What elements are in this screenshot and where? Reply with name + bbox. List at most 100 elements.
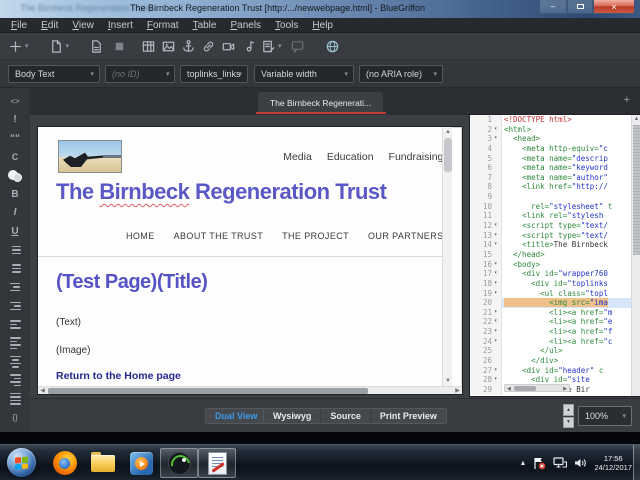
- main-nav-link-our-partners[interactable]: OUR PARTNERS: [368, 231, 443, 241]
- source-line[interactable]: 5 <meta name="descrip: [470, 153, 640, 164]
- source-code-text[interactable]: <title>The Birnbeck: [502, 240, 640, 250]
- top-nav-link-media[interactable]: Media: [283, 151, 312, 163]
- source-code-text[interactable]: <meta name="author": [502, 173, 640, 183]
- menu-table[interactable]: Table: [186, 20, 224, 31]
- css-properties-icon[interactable]: {}: [0, 408, 30, 427]
- insert-table-icon[interactable]: [141, 36, 156, 56]
- source-code-text[interactable]: <div id="wrapper760: [502, 269, 640, 279]
- new-tab-button[interactable]: +: [624, 94, 630, 106]
- wysiwyg-page[interactable]: MediaEducationFundraisingC The Birnbeck …: [38, 127, 452, 386]
- source-line[interactable]: 4 <meta http-equiv="c: [470, 143, 640, 154]
- paragraph-format-dropdown[interactable]: Body Text ▾: [8, 65, 100, 83]
- page-horizontal-scrollbar[interactable]: ◀ ▶: [38, 386, 462, 394]
- source-code-text[interactable]: <meta name="descrip: [502, 154, 640, 164]
- source-code-text[interactable]: <ul class="topl: [502, 289, 640, 299]
- return-home-link[interactable]: Return to the Home page: [56, 370, 181, 382]
- maximize-button[interactable]: [567, 0, 593, 14]
- show-hidden-icons-button[interactable]: ▲: [520, 460, 527, 467]
- source-view-icon[interactable]: <>: [0, 92, 30, 111]
- taskbar-clock[interactable]: 17:56 24/12/2017: [594, 454, 632, 472]
- network-icon[interactable]: [553, 457, 568, 469]
- source-line[interactable]: 27 ▾ <div id="header" c: [470, 365, 640, 376]
- source-code-text[interactable]: </div>: [502, 356, 640, 366]
- source-line[interactable]: 20 <img src="ima: [470, 298, 640, 308]
- menu-format[interactable]: Format: [140, 20, 186, 31]
- main-nav-link-the-project[interactable]: THE PROJECT: [282, 231, 349, 241]
- aria-role-dropdown[interactable]: (no ARIA role) ▾: [359, 65, 443, 83]
- source-code-text[interactable]: <li><a href="e: [502, 317, 640, 327]
- minimize-button[interactable]: –: [539, 0, 567, 14]
- source-line[interactable]: 6 <meta name="keyword: [470, 163, 640, 173]
- scroll-up-icon[interactable]: ▲: [632, 115, 640, 124]
- fold-arrow-icon[interactable]: ▾: [494, 269, 502, 279]
- source-code-text[interactable]: <li><a href="f: [502, 327, 640, 337]
- source-line[interactable]: 14 ▾ <title>The Birnbeck: [470, 240, 640, 250]
- source-code-text[interactable]: <script type="text/: [502, 221, 640, 231]
- scrollbar-thumb[interactable]: [514, 386, 536, 391]
- volume-icon[interactable]: [574, 457, 587, 469]
- menu-help[interactable]: Help: [305, 20, 340, 31]
- source-code-text[interactable]: <link rel="stylesh: [502, 211, 640, 221]
- scroll-up-icon[interactable]: ▲: [443, 127, 452, 137]
- fold-arrow-icon[interactable]: ▾: [494, 134, 502, 144]
- top-nav-link-education[interactable]: Education: [327, 151, 374, 163]
- fold-arrow-icon[interactable]: ▾: [494, 336, 502, 347]
- source-code-text[interactable]: <li><a href="c: [502, 337, 640, 347]
- source-line[interactable]: 13 ▾ <script type="text/: [470, 230, 640, 241]
- source-line[interactable]: 22 ▾ <li><a href="e: [470, 317, 640, 328]
- source-line[interactable]: 2 ▾ <html>: [470, 124, 640, 135]
- stop-icon[interactable]: [112, 36, 127, 56]
- insert-anchor-icon[interactable]: [181, 36, 196, 56]
- source-line[interactable]: 3 ▾ <head>: [470, 134, 640, 144]
- source-code-text[interactable]: <script type="text/: [502, 231, 640, 241]
- source-vertical-scrollbar[interactable]: ▲: [631, 115, 640, 396]
- source-button[interactable]: Source: [321, 409, 371, 423]
- source-line[interactable]: 12 ▾ <script type="text/: [470, 221, 640, 231]
- show-desktop-button[interactable]: [633, 445, 640, 480]
- zoom-dropdown[interactable]: 100% ▾: [578, 406, 632, 426]
- unordered-list-icon[interactable]: [0, 259, 30, 278]
- source-line[interactable]: 1 <!DOCTYPE html>: [470, 115, 640, 125]
- source-code-text[interactable]: <img src="ima: [502, 298, 640, 308]
- menu-file[interactable]: File: [4, 20, 34, 31]
- insert-image-icon[interactable]: [161, 36, 176, 56]
- bluegriffon-icon[interactable]: [160, 448, 198, 478]
- dropdown-caret-icon[interactable]: ▾: [66, 42, 70, 50]
- fold-arrow-icon[interactable]: ▾: [494, 307, 502, 318]
- source-code-text[interactable]: <meta name="keyword: [502, 163, 640, 173]
- source-code-text[interactable]: <meta http-equiv="c: [502, 144, 640, 154]
- wysiwyg-button[interactable]: Wysiwyg: [264, 409, 322, 423]
- main-nav-link-home[interactable]: HOME: [126, 231, 155, 241]
- fold-arrow-icon[interactable]: ▾: [494, 375, 502, 385]
- source-code-text[interactable]: <html>: [502, 125, 640, 135]
- firefox-icon[interactable]: [46, 448, 84, 478]
- source-line[interactable]: 10 rel="stylesheet" t: [470, 201, 640, 212]
- source-line[interactable]: 26 </div>: [470, 356, 640, 366]
- open-document-icon[interactable]: ▾: [49, 36, 70, 56]
- source-line[interactable]: 15 </head>: [470, 249, 640, 260]
- source-line[interactable]: 19 ▾ <ul class="topl: [470, 288, 640, 299]
- new-document-icon[interactable]: ▾: [8, 36, 29, 56]
- source-code-text[interactable]: <link href="http://: [502, 182, 640, 192]
- close-button[interactable]: ×: [593, 0, 635, 14]
- colors-icon[interactable]: [0, 166, 30, 185]
- menu-insert[interactable]: Insert: [101, 20, 140, 31]
- code-icon[interactable]: C: [0, 148, 30, 167]
- menu-panels[interactable]: Panels: [223, 20, 268, 31]
- source-line[interactable]: 18 ▾ <div id="toplinks: [470, 278, 640, 289]
- source-line[interactable]: 25 </ul>: [470, 346, 640, 357]
- site-logo-image[interactable]: [58, 140, 122, 173]
- scroll-right-icon[interactable]: ▶: [453, 387, 462, 395]
- element-id-dropdown[interactable]: (no ID) ▾: [105, 65, 175, 83]
- source-line[interactable]: 11 <link rel="stylesh: [470, 211, 640, 222]
- fold-arrow-icon[interactable]: ▾: [494, 327, 502, 337]
- indent-icon[interactable]: [0, 315, 30, 334]
- align-right-icon[interactable]: [0, 371, 30, 390]
- fold-arrow-icon[interactable]: ▾: [494, 317, 502, 328]
- remove-markup-icon[interactable]: !: [0, 111, 30, 130]
- zoom-decrease-button[interactable]: ▼: [563, 416, 574, 428]
- insert-video-icon[interactable]: [221, 36, 236, 56]
- source-horizontal-scrollbar[interactable]: ◀ ▶: [504, 384, 570, 392]
- page-heading[interactable]: (Test Page)(Title): [56, 271, 208, 294]
- fold-arrow-icon[interactable]: ▾: [494, 221, 502, 231]
